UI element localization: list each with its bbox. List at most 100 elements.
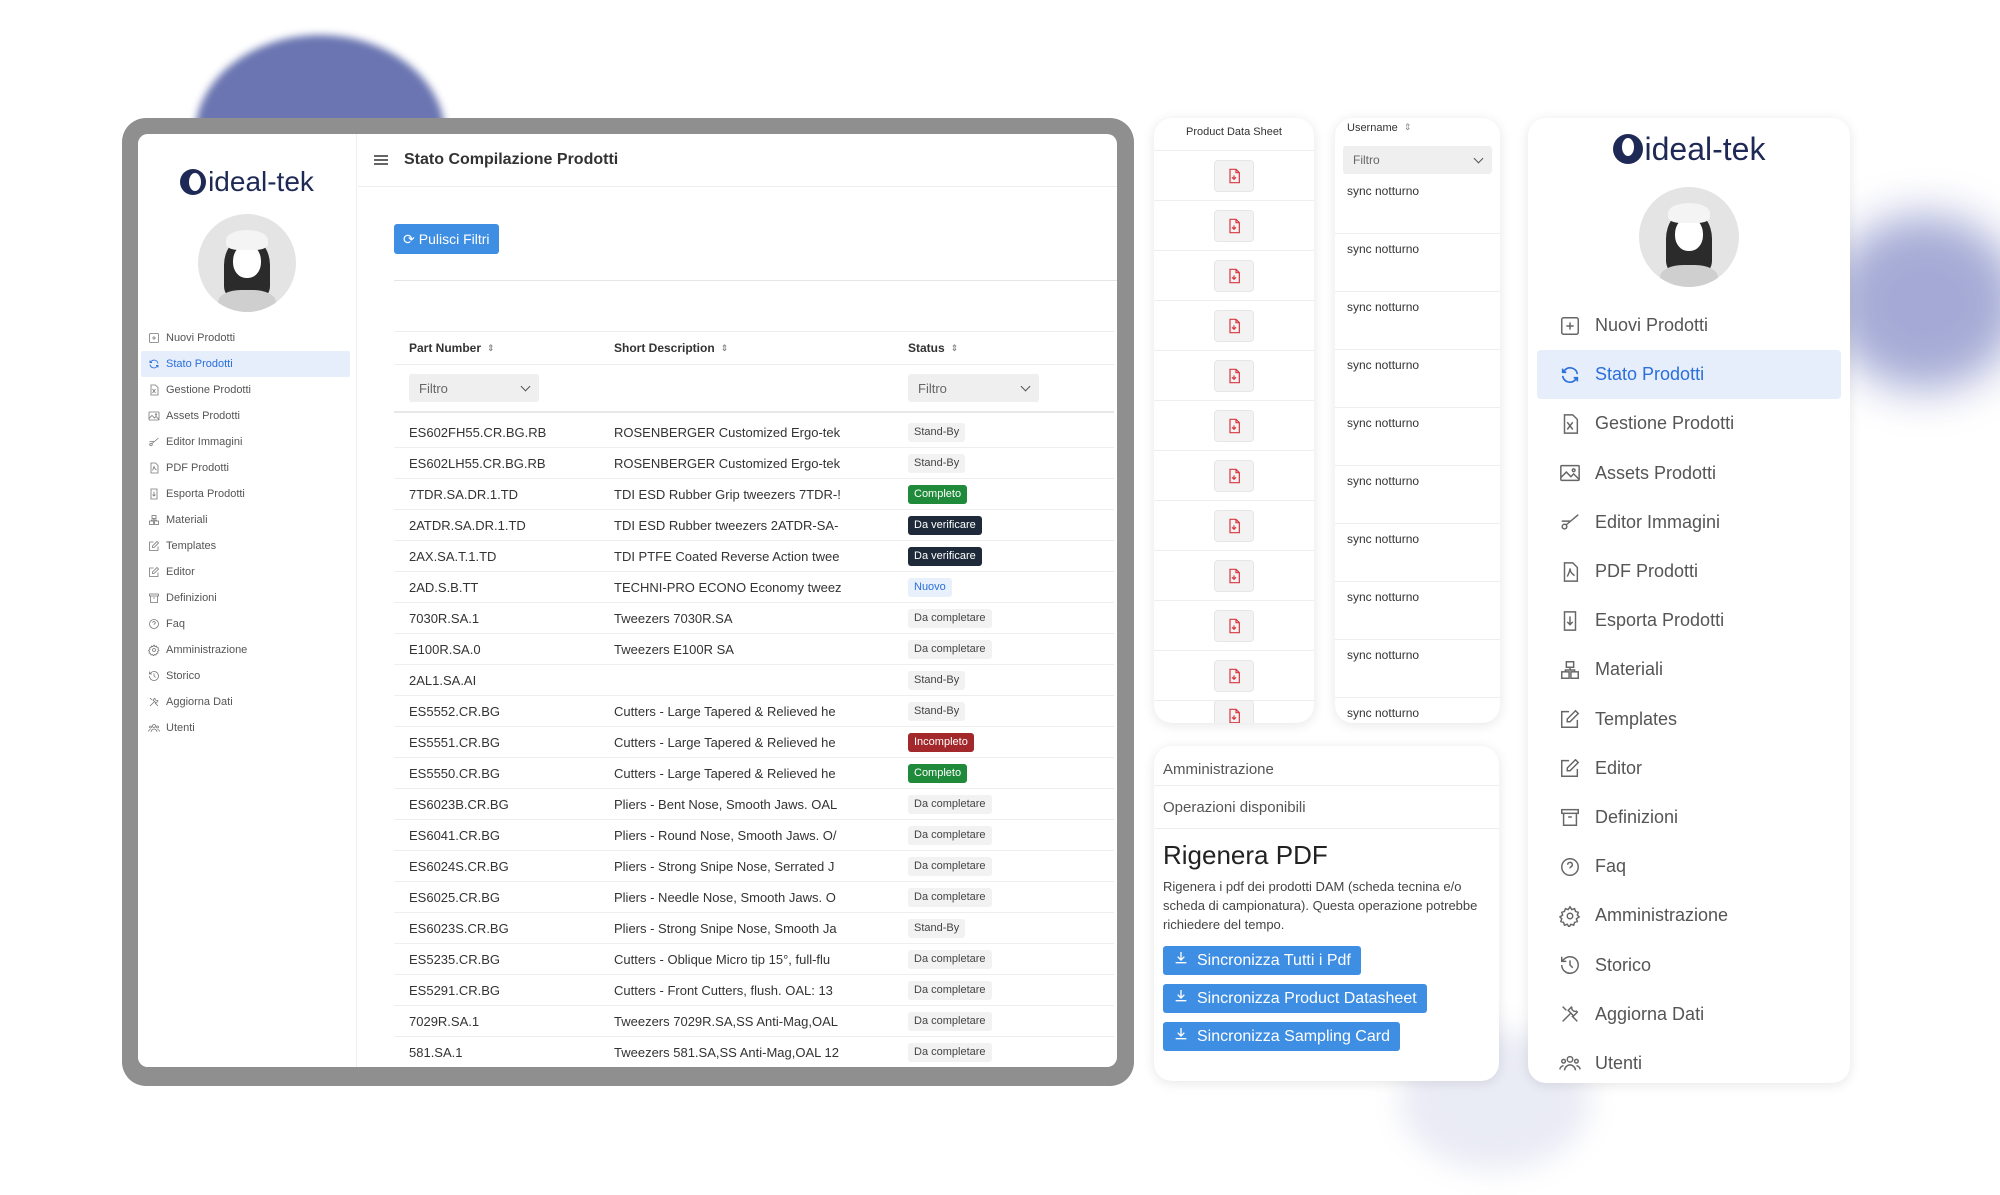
- sidebar-item[interactable]: Templates: [141, 533, 350, 559]
- sidebar-item[interactable]: Definizioni: [1537, 793, 1841, 842]
- table-row[interactable]: ES5552.CR.BG Cutters - Large Tapered & Re…: [394, 696, 1114, 727]
- sort-icon[interactable]: ⇕: [487, 343, 495, 354]
- sort-icon[interactable]: ⇕: [721, 343, 729, 354]
- table-row[interactable]: ES5551.CR.BG Cutters - Large Tapered & Re…: [394, 727, 1114, 758]
- pdf-file-icon: [1229, 468, 1240, 483]
- pdf-download-button[interactable]: [1214, 259, 1254, 292]
- sync-button[interactable]: Sincronizza Product Datasheet: [1163, 984, 1427, 1013]
- sidebar-item[interactable]: Materiali: [1537, 645, 1841, 694]
- sidebar-item[interactable]: Editor: [141, 559, 350, 585]
- sidebar-item[interactable]: Utenti: [141, 715, 350, 741]
- username-cell: sync notturno: [1335, 350, 1500, 408]
- sidebar-item[interactable]: Storico: [1537, 940, 1841, 989]
- admin-card: Amministrazione Operazioni disponibili R…: [1154, 746, 1499, 1081]
- sidebar-item[interactable]: Editor: [1537, 744, 1841, 793]
- sidebar-item[interactable]: Aggiorna Dati: [141, 689, 350, 715]
- sidebar-item[interactable]: PDF Prodotti: [1537, 547, 1841, 596]
- sidebar-item[interactable]: Definizioni: [141, 585, 350, 611]
- sidebar-item[interactable]: Utenti: [1537, 1039, 1841, 1083]
- pdf-download-button[interactable]: [1214, 699, 1254, 723]
- sync-button[interactable]: Sincronizza Sampling Card: [1163, 1022, 1400, 1051]
- part-number-filter-select[interactable]: Filtro: [409, 374, 539, 402]
- clear-filters-label: Pulisci Filtri: [418, 231, 490, 247]
- table-row[interactable]: 2ATDR.SA.DR.1.TD TDI ESD Rubber tweezers …: [394, 510, 1114, 541]
- table-row[interactable]: ES602LH55.CR.BG.RB ROSENBERGER Customized…: [394, 448, 1114, 479]
- table-row[interactable]: 2AD.S.B.TT TECHNI-PRO ECONO Economy tweez…: [394, 572, 1114, 603]
- sidebar-item[interactable]: Templates: [1537, 695, 1841, 744]
- sidebar-item[interactable]: Assets Prodotti: [141, 403, 350, 429]
- pdf-download-button[interactable]: [1214, 659, 1254, 692]
- table-row[interactable]: E100R.SA.0 Tweezers E100R SA Da completare: [394, 634, 1114, 665]
- pdf-download-button[interactable]: [1214, 159, 1254, 192]
- status-cell: Da verificare: [858, 515, 1114, 535]
- sidebar-item[interactable]: Storico: [141, 663, 350, 689]
- description-cell: Pliers - Needle Nose, Smooth Jaws. O: [614, 889, 836, 905]
- sidebar-item[interactable]: Nuovi Prodotti: [141, 325, 350, 351]
- menu-icon[interactable]: [374, 155, 388, 165]
- background-blob: [1830, 215, 2000, 390]
- table-row[interactable]: 7030R.SA.1 Tweezers 7030R.SA Da completare: [394, 603, 1114, 634]
- tablet-mockup: ideal-tek Nuovi Prodotti Stato Prodotti Ge…: [122, 118, 1134, 1086]
- sidebar-item[interactable]: Editor Immagini: [141, 429, 350, 455]
- clear-filters-button[interactable]: ⟳ Pulisci Filtri: [394, 224, 499, 254]
- sync-button[interactable]: Sincronizza Tutti i Pdf: [1163, 946, 1361, 975]
- sidebar-item[interactable]: Gestione Prodotti: [1537, 399, 1841, 448]
- sidebar-item[interactable]: Nuovi Prodotti: [1537, 301, 1841, 350]
- pds-row: [1154, 501, 1314, 551]
- pdf-download-button[interactable]: [1214, 359, 1254, 392]
- sidebar-item[interactable]: Stato Prodotti: [141, 351, 350, 377]
- sidebar-item[interactable]: Faq: [1537, 842, 1841, 891]
- table-row[interactable]: ES6023B.CR.BG Pliers - Bent Nose, Smooth …: [394, 789, 1114, 820]
- column-header-part-number[interactable]: Part Number ⇕: [394, 341, 614, 355]
- sidebar-item[interactable]: Materiali: [141, 507, 350, 533]
- sidebar-item-label: Esporta Prodotti: [1595, 610, 1725, 631]
- pdf-download-button[interactable]: [1214, 509, 1254, 542]
- column-header-status[interactable]: Status ⇕: [858, 341, 1114, 355]
- sidebar-item-label: Faq: [1595, 856, 1627, 877]
- sidebar-item[interactable]: Aggiorna Dati: [1537, 990, 1841, 1039]
- sidebar-item[interactable]: Esporta Prodotti: [141, 481, 350, 507]
- table-row[interactable]: 7029R.SA.1 Tweezers 7029R.SA,SS Anti-Mag,…: [394, 1006, 1114, 1037]
- pdf-download-button[interactable]: [1214, 209, 1254, 242]
- table-row[interactable]: ES6041.CR.BG Pliers - Round Nose, Smooth …: [394, 820, 1114, 851]
- sidebar-item[interactable]: Assets Prodotti: [1537, 449, 1841, 498]
- table-row[interactable]: ES6023S.CR.BG Pliers - Strong Snipe Nose,…: [394, 913, 1114, 944]
- sidebar-item[interactable]: Esporta Prodotti: [1537, 596, 1841, 645]
- table-row[interactable]: ES5291.CR.BG Cutters - Front Cutters, flu…: [394, 975, 1114, 1006]
- users-icon: [148, 722, 160, 734]
- table-row[interactable]: ES6024S.CR.BG Pliers - Strong Snipe Nose,…: [394, 851, 1114, 882]
- pds-row: [1154, 601, 1314, 651]
- edit-icon: [1559, 708, 1581, 730]
- sidebar-item[interactable]: PDF Prodotti: [141, 455, 350, 481]
- gear-icon: [148, 644, 160, 656]
- sort-icon[interactable]: ⇕: [951, 343, 959, 354]
- sidebar-item-label: Utenti: [166, 722, 195, 734]
- sidebar-item[interactable]: Stato Prodotti: [1537, 350, 1841, 400]
- sidebar-item[interactable]: Amministrazione: [141, 637, 350, 663]
- pdf-download-button[interactable]: [1214, 609, 1254, 642]
- table-row[interactable]: 7TDR.SA.DR.1.TD TDI ESD Rubber Grip tweez…: [394, 479, 1114, 510]
- table-row[interactable]: 581.SA.1 Tweezers 581.SA,SS Anti-Mag,OAL …: [394, 1037, 1114, 1067]
- table-row[interactable]: ES5550.CR.BG Cutters - Large Tapered & Re…: [394, 758, 1114, 789]
- username-filter-select[interactable]: Filtro: [1343, 146, 1492, 174]
- column-header-short-description[interactable]: Short Description ⇕: [614, 341, 858, 355]
- sidebar-item[interactable]: Faq: [141, 611, 350, 637]
- part-number-cell: ES6025.CR.BG: [409, 889, 501, 905]
- username-column-header[interactable]: Username ⇕: [1335, 118, 1500, 146]
- table-row[interactable]: 2AX.SA.T.1.TD TDI PTFE Coated Reverse Act…: [394, 541, 1114, 572]
- sync-button-label: Sincronizza Sampling Card: [1197, 1027, 1390, 1045]
- table-row[interactable]: 2AL1.SA.AI Stand-By: [394, 665, 1114, 696]
- sidebar-item[interactable]: Amministrazione: [1537, 891, 1841, 940]
- sort-icon[interactable]: ⇕: [1404, 122, 1412, 146]
- status-filter-select[interactable]: Filtro: [908, 374, 1039, 402]
- sidebar-item[interactable]: Gestione Prodotti: [141, 377, 350, 403]
- table-row[interactable]: ES5235.CR.BG Cutters - Oblique Micro tip …: [394, 944, 1114, 975]
- pdf-download-button[interactable]: [1214, 409, 1254, 442]
- pdf-download-button[interactable]: [1214, 309, 1254, 342]
- pdf-download-button[interactable]: [1214, 459, 1254, 492]
- table-row[interactable]: ES6025.CR.BG Pliers - Needle Nose, Smooth…: [394, 882, 1114, 913]
- pdf-download-button[interactable]: [1214, 559, 1254, 592]
- sidebar-item[interactable]: Editor Immagini: [1537, 498, 1841, 547]
- table-row[interactable]: ES602FH55.CR.BG.RB ROSENBERGER Customized…: [394, 417, 1114, 448]
- description-cell: Cutters - Large Tapered & Relieved he: [614, 734, 836, 750]
